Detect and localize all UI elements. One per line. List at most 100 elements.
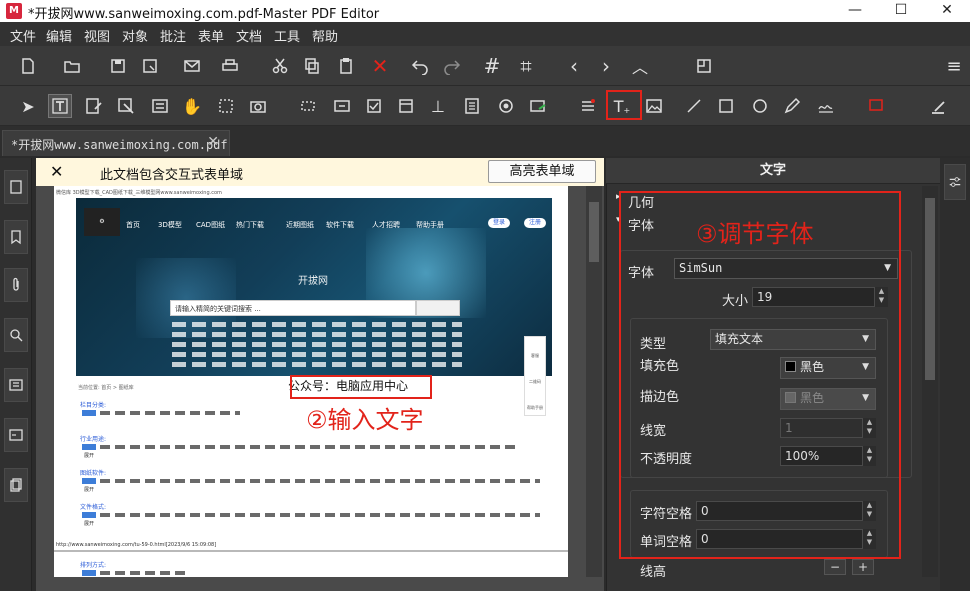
new-document-icon[interactable] [16, 54, 40, 78]
next-page-icon[interactable]: › [594, 54, 618, 78]
list-field-icon[interactable]: ⊥ [426, 94, 450, 118]
left-sidebar [0, 158, 32, 591]
document-scrollbar-thumb[interactable] [589, 202, 599, 262]
save-icon[interactable] [106, 54, 130, 78]
format-any-tag [82, 512, 96, 518]
delete-icon[interactable]: ✕ [368, 54, 392, 78]
page-top-note: 微信库 3D模型下载_CAD图纸下载_三维模型网www.sanweimoxing… [56, 190, 222, 196]
email-icon[interactable] [180, 54, 204, 78]
title-bar: M *开拔网www.sanweimoxing.com.pdf-Master PD… [0, 0, 970, 22]
side-widget-qrcode: 二维码 [529, 379, 541, 384]
snap-grid-icon[interactable]: ⌗ [514, 54, 538, 78]
copy-icon[interactable] [300, 54, 324, 78]
highlight-fields-button[interactable]: 高亮表单域 [488, 160, 596, 183]
page-breadcrumb: 当前位置: 首页 > 图纸库 [78, 385, 134, 391]
radio-button-icon[interactable] [494, 94, 518, 118]
rectangle-tool-icon[interactable] [714, 94, 738, 118]
search-panel-icon[interactable] [4, 318, 28, 352]
maximize-button[interactable]: ☐ [878, 0, 924, 22]
cut-icon[interactable] [268, 54, 292, 78]
highlight-text-icon[interactable] [576, 94, 600, 118]
eraser-icon[interactable] [926, 94, 950, 118]
open-folder-icon[interactable] [60, 54, 84, 78]
attachments-icon[interactable] [4, 268, 28, 302]
category-heading: 栏目分类: [80, 402, 107, 409]
text-field-icon[interactable] [330, 94, 354, 118]
grid-icon[interactable]: # [480, 54, 504, 78]
checkbox-field-icon[interactable] [362, 94, 386, 118]
close-notice-icon[interactable]: ✕ [50, 162, 63, 181]
edit-form-icon[interactable] [82, 94, 106, 118]
signature-field-icon[interactable] [526, 94, 550, 118]
hot-keywords-row [172, 352, 462, 357]
nav-help: 帮助手册 [416, 221, 444, 229]
properties-toggle-icon[interactable] [944, 164, 966, 200]
line-height-plus-button[interactable]: + [852, 559, 874, 575]
comment-box-icon[interactable] [864, 94, 888, 118]
marquee-select-icon[interactable] [214, 94, 238, 118]
layers-icon[interactable] [4, 368, 28, 402]
menu-view[interactable]: 视图 [84, 26, 110, 45]
previous-page-icon[interactable]: ‹ [562, 54, 586, 78]
menu-tools[interactable]: 工具 [274, 26, 300, 45]
nav-software: 软件下载 [326, 221, 354, 229]
paste-icon[interactable] [334, 54, 358, 78]
line-height-label: 线高 [640, 565, 667, 580]
undo-icon[interactable] [408, 54, 432, 78]
minimize-button[interactable]: — [832, 0, 878, 22]
annotation-box-1 [606, 90, 642, 120]
edit-text-icon[interactable] [48, 94, 72, 118]
ellipse-tool-icon[interactable] [748, 94, 772, 118]
menu-edit[interactable]: 编辑 [46, 26, 72, 45]
document-tab-label: *开拔网www.sanweimoxing.com.pdf [11, 138, 228, 152]
form-field-icon[interactable] [148, 94, 172, 118]
hamburger-menu-icon[interactable]: ≡ [942, 54, 966, 78]
menu-document[interactable]: 文档 [236, 26, 262, 45]
document-scrollbar[interactable] [586, 186, 602, 577]
industry-items [100, 445, 520, 449]
edit-object-icon[interactable] [114, 94, 138, 118]
redo-icon[interactable] [440, 54, 464, 78]
page-divider [54, 550, 568, 552]
menu-form[interactable]: 表单 [198, 26, 224, 45]
line-tool-icon[interactable] [682, 94, 706, 118]
signature-tool-icon[interactable] [814, 94, 838, 118]
nav-jobs: 人才招聘 [372, 221, 400, 229]
signatures-icon[interactable] [4, 418, 28, 452]
hot-keywords-row [172, 332, 462, 337]
format-expand: 展开 [84, 521, 95, 527]
menu-help[interactable]: 帮助 [312, 26, 338, 45]
listbox-field-icon[interactable] [460, 94, 484, 118]
software-items [100, 479, 540, 483]
line-height-minus-button[interactable]: − [824, 559, 846, 575]
first-page-icon[interactable]: ︿ [628, 54, 652, 78]
site-search-button [416, 300, 460, 316]
close-tab-icon[interactable]: ✕ [207, 134, 219, 150]
menu-object[interactable]: 对象 [122, 26, 148, 45]
hand-tool-icon[interactable]: ✋ [180, 94, 204, 118]
menu-bar: 文件 编辑 视图 对象 批注 表单 文档 工具 帮助 [0, 22, 970, 46]
bookmarks-icon[interactable] [4, 220, 28, 254]
insert-image-icon[interactable] [642, 94, 666, 118]
crop-link-icon[interactable] [296, 94, 320, 118]
properties-header: 文字 [606, 158, 940, 184]
annotation-box-2 [290, 375, 432, 399]
combo-field-icon[interactable] [394, 94, 418, 118]
select-arrow-icon[interactable]: ➤ [16, 94, 40, 118]
snapshot-camera-icon[interactable] [246, 94, 270, 118]
form-notice-bar: ✕ 此文档包含交互式表单域 高亮表单域 [36, 158, 604, 186]
save-as-icon[interactable] [138, 54, 162, 78]
main-toolbar: ✕ # ⌗ ‹ › ︿ ⌕ ▼ ≡ [0, 46, 970, 121]
pencil-tool-icon[interactable] [780, 94, 804, 118]
print-icon[interactable] [218, 54, 242, 78]
close-window-button[interactable]: ✕ [924, 0, 970, 22]
fit-page-icon[interactable] [692, 54, 716, 78]
document-tab[interactable]: *开拔网www.sanweimoxing.com.pdf ✕ [2, 130, 230, 156]
menu-file[interactable]: 文件 [10, 26, 36, 45]
side-widget-help: 帮助手册 [527, 405, 543, 410]
category-items [100, 411, 240, 415]
document-structure-icon[interactable] [4, 468, 28, 502]
pages-icon[interactable] [4, 170, 28, 204]
menu-comment[interactable]: 批注 [160, 26, 186, 45]
properties-scrollbar-thumb[interactable] [925, 198, 935, 380]
